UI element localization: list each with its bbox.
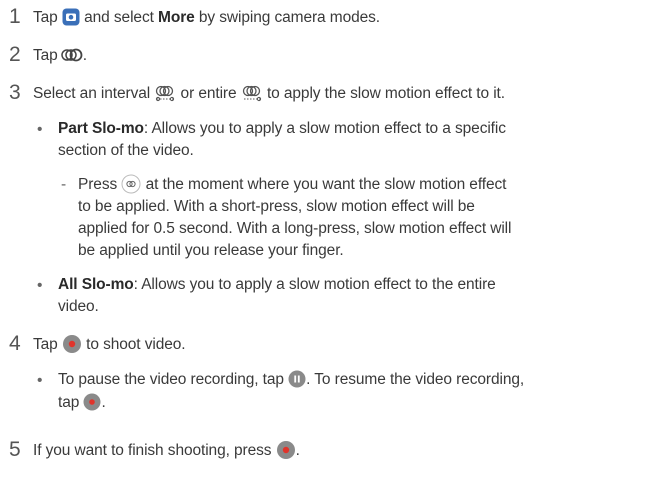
step-1-text-b: and select	[84, 9, 154, 26]
step-1-text-a: Tap	[33, 9, 58, 26]
bullet-pause: •	[37, 372, 43, 389]
step-2-text: Tap .	[33, 46, 87, 66]
record-button-icon	[62, 334, 82, 354]
pause-text-a: To pause the video recording, tap	[58, 371, 284, 388]
all-slomo-line-2: video.	[58, 298, 99, 315]
pause-text-c: tap	[58, 394, 80, 411]
bullet-all-slomo: •	[37, 277, 43, 294]
step-4-text-a: Tap	[33, 336, 58, 354]
part-slomo-line-2: section of the video.	[58, 142, 194, 159]
all-slomo-icon	[241, 84, 263, 102]
step-1-text: Tap and select More by swiping camera mo…	[33, 8, 380, 28]
step-2-text-a: Tap	[33, 47, 58, 64]
step-number-4: 4	[9, 332, 21, 355]
all-slomo-line-1: All Slo-mo: Allows you to apply a slow m…	[58, 275, 496, 295]
all-slomo-title: All Slo-mo	[58, 276, 134, 293]
press-text-b: at the moment where you want the slow mo…	[145, 176, 507, 194]
step-number-3: 3	[9, 81, 21, 104]
step-4-text: Tap to shoot video.	[33, 334, 186, 355]
pause-text-d: .	[101, 394, 106, 411]
press-line-2: to be applied. With a short-press, slow …	[78, 198, 475, 215]
step-4-text-b: to shoot video.	[86, 336, 186, 354]
step-number-2: 2	[9, 43, 21, 66]
step-number-5: 5	[9, 438, 21, 461]
all-slomo-desc-1: : Allows you to apply a slow motion effe…	[133, 276, 496, 293]
slow-motion-button-icon	[121, 174, 141, 194]
step-number-1: 1	[9, 5, 21, 28]
part-slomo-icon	[154, 84, 176, 102]
resume-button-icon	[83, 393, 101, 411]
step-3-text-b: or entire	[180, 85, 237, 102]
step-3-text-a: Select an interval	[33, 85, 151, 102]
step-1-text-c: by swiping camera modes.	[198, 9, 380, 26]
more-mode-label: More	[158, 9, 195, 26]
part-slomo-title: Part Slo-mo	[58, 120, 144, 137]
slow-motion-icon	[60, 48, 83, 62]
part-slomo-line-1: Part Slo-mo: Allows you to apply a slow …	[58, 119, 506, 139]
dash-press: -	[61, 176, 67, 193]
press-line-4: be applied until you release your finger…	[78, 242, 344, 259]
pause-line-2: tap .	[58, 393, 106, 413]
stop-record-button-icon	[276, 440, 296, 460]
part-slomo-desc-1: : Allows you to apply a slow motion effe…	[143, 120, 506, 137]
bullet-part-slomo: •	[37, 121, 43, 138]
pause-button-icon	[288, 370, 306, 388]
step-5-text: If you want to finish shooting, press .	[33, 441, 300, 461]
step-3-text: Select an interval or entire to apply th…	[33, 84, 505, 104]
instruction-page: 1 Tap and select More by swiping camera …	[0, 0, 647, 486]
camera-app-icon	[62, 8, 80, 26]
press-text-a: Press	[78, 176, 118, 194]
step-2-text-b: .	[82, 47, 87, 64]
press-line-3: applied for 0.5 second. With a long-pres…	[78, 220, 512, 237]
step-5-text-a: If you want to finish shooting, press	[33, 442, 272, 460]
step-3-text-c: to apply the slow motion effect to it.	[266, 85, 505, 102]
pause-text-b: . To resume the video recording,	[306, 371, 525, 388]
press-line-1: Press at the moment where you want the s…	[78, 174, 507, 195]
step-5-text-b: .	[295, 442, 300, 460]
pause-line-1: To pause the video recording, tap . To r…	[58, 370, 524, 390]
